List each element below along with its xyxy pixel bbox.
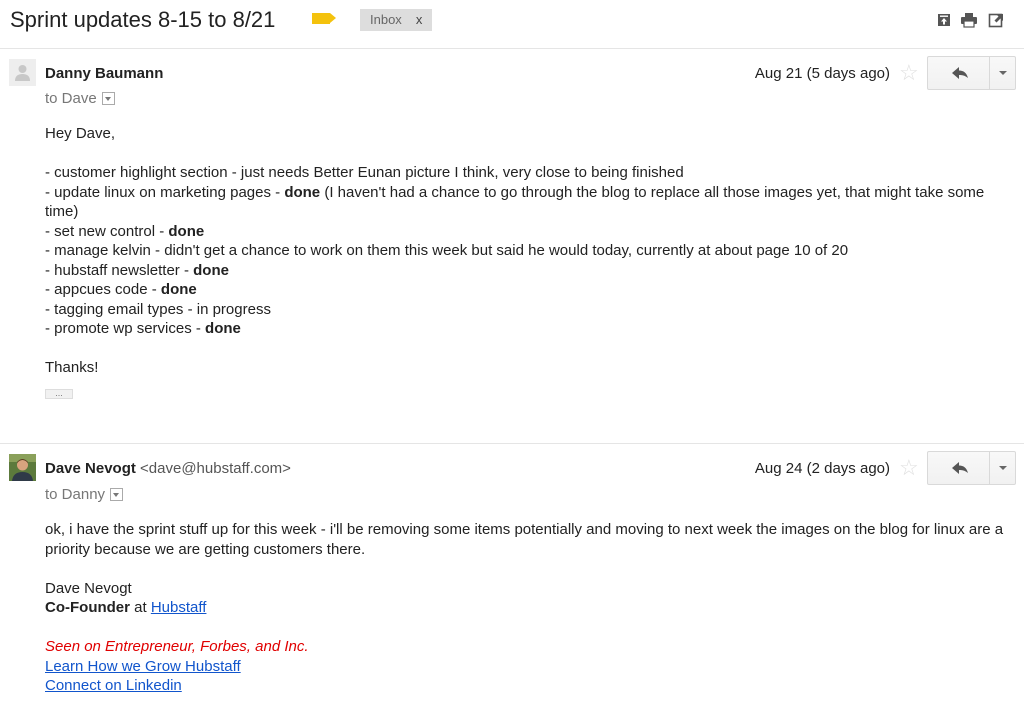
message-body: Hey Dave, - customer highlight section -…	[45, 124, 1005, 378]
label-important-icon[interactable]	[312, 13, 336, 24]
list-item: - update linux on marketing pages - done…	[45, 183, 985, 221]
closing: Thanks!	[45, 359, 99, 376]
reply-button[interactable]	[928, 452, 989, 484]
sender-email: <dave@hubstaff.com>	[140, 460, 291, 477]
message-body: ok, i have the sprint stuff up for this …	[45, 520, 1005, 696]
inbox-label-text: Inbox	[370, 12, 402, 27]
reply-button[interactable]	[928, 57, 989, 89]
grow-hubstaff-link[interactable]: Learn How we Grow Hubstaff	[45, 658, 241, 675]
recipient-text: to Dave	[45, 90, 97, 107]
header-divider	[0, 48, 1024, 49]
list-item: - tagging email types - in progress	[45, 300, 271, 318]
message-date: Aug 24 (2 days ago)	[754, 460, 890, 477]
show-details-icon[interactable]	[101, 91, 115, 105]
reply-button-group	[927, 56, 1016, 90]
linkedin-link[interactable]: Connect on Linkedin	[45, 677, 182, 694]
message-date: Aug 21 (5 days ago)	[754, 65, 890, 82]
recipient-text: to Danny	[45, 486, 106, 503]
expand-all-icon[interactable]	[936, 12, 952, 28]
reply-icon	[952, 462, 968, 474]
sender-name[interactable]: Danny Baumann	[45, 65, 163, 82]
more-options-button[interactable]	[989, 452, 1016, 484]
recipient-line[interactable]: to Danny	[45, 486, 124, 503]
new-window-icon[interactable]	[988, 12, 1004, 28]
sender-line[interactable]: Dave Nevogt <dave@hubstaff.com>	[45, 460, 291, 477]
remove-label-button[interactable]: x	[416, 12, 423, 27]
list-item: - customer highlight section - just need…	[45, 164, 684, 181]
signature-tagline: Seen on Entrepreneur, Forbes, and Inc.	[45, 638, 309, 655]
star-icon[interactable]: ☆	[899, 62, 919, 84]
inbox-label-chip[interactable]: Inbox x	[360, 9, 433, 31]
show-details-icon[interactable]	[110, 487, 124, 501]
print-icon[interactable]	[960, 12, 978, 28]
list-item: - set new control - done	[45, 222, 205, 240]
message-divider	[0, 443, 1024, 444]
sender-name[interactable]: Dave Nevogt	[45, 460, 136, 477]
avatar	[9, 59, 36, 86]
greeting: Hey Dave,	[45, 125, 116, 142]
list-item: - manage kelvin - didn't get a chance to…	[45, 242, 849, 259]
recipient-line[interactable]: to Dave	[45, 90, 115, 107]
message-text: ok, i have the sprint stuff up for this …	[45, 521, 1004, 558]
reply-button-group	[927, 451, 1016, 485]
more-options-button[interactable]	[989, 57, 1016, 89]
reply-icon	[952, 67, 968, 79]
hubstaff-link[interactable]: Hubstaff	[151, 599, 207, 616]
thread-subject: Sprint updates 8-15 to 8/21	[10, 7, 276, 32]
list-item: - hubstaff newsletter - done	[45, 261, 229, 279]
signature-title: Co-Founder at Hubstaff	[45, 599, 207, 616]
list-item: - appcues code - done	[45, 281, 197, 298]
signature-name: Dave Nevogt	[45, 579, 132, 597]
list-item: - promote wp services - done	[45, 320, 241, 337]
sender-photo	[9, 454, 36, 481]
avatar	[9, 454, 36, 481]
show-trimmed-content-button[interactable]: ...	[45, 389, 73, 399]
star-icon[interactable]: ☆	[899, 457, 919, 479]
default-avatar-icon	[15, 65, 30, 81]
